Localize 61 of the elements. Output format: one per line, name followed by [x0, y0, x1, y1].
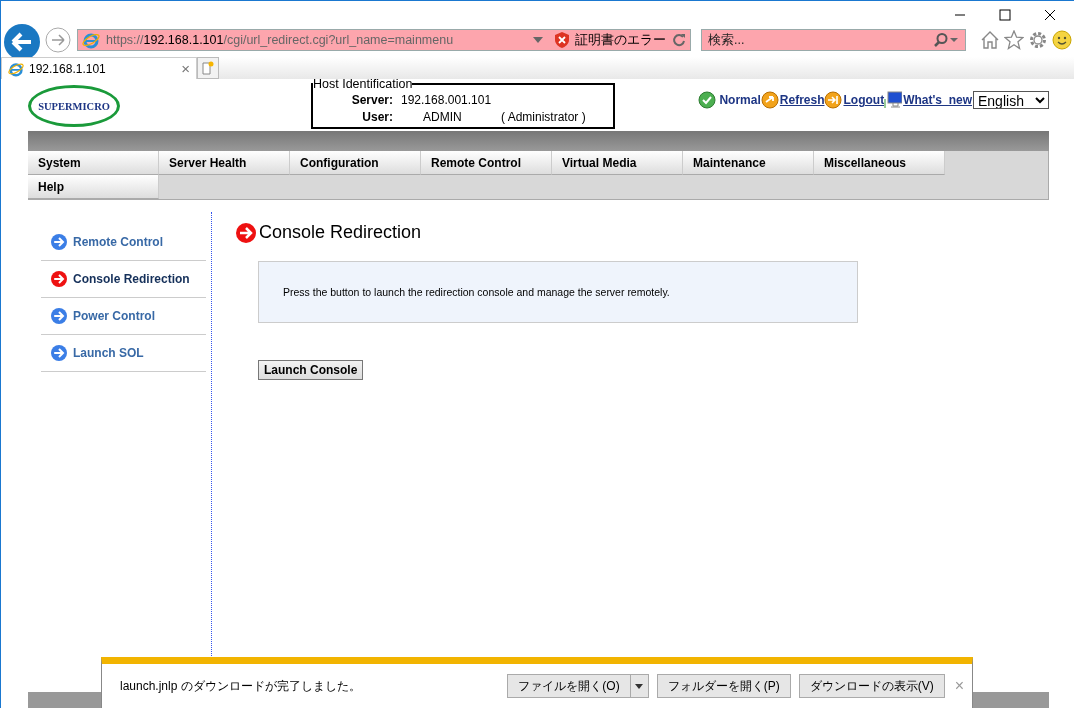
maximize-icon[interactable]: [999, 9, 1011, 21]
field-label: User:: [361, 109, 393, 124]
field-value: ADMIN: [422, 109, 463, 124]
sidebar-item[interactable]: Console Redirection: [41, 261, 206, 298]
download-action-button[interactable]: ダウンロードの表示(V): [798, 674, 945, 698]
menu-tab[interactable]: Virtual Media: [552, 151, 683, 175]
header-link[interactable]: What's new: [903, 93, 972, 107]
notification-text: launch.jnlp のダウンロードが完了しました。: [120, 677, 362, 695]
logo: SUPERMICRO: [28, 85, 120, 127]
menu-tab[interactable]: Remote Control: [421, 151, 552, 175]
launch-console-button[interactable]: Launch Console: [258, 360, 364, 380]
info-text: Press the button to launch the redirection console and manage the server remotely.: [283, 286, 670, 298]
download-action-button[interactable]: フォルダーを開く(P): [656, 674, 791, 698]
close-icon[interactable]: [1044, 9, 1056, 21]
home-icon[interactable]: [980, 30, 1000, 50]
menu-tab[interactable]: Server Health: [159, 151, 290, 175]
caret-icon: [635, 683, 644, 689]
panel-legend: Host Identification: [313, 77, 413, 91]
arrow-icon: [51, 345, 67, 361]
browser-logo-icon: [8, 60, 24, 77]
star-icon[interactable]: [1004, 30, 1024, 50]
menu-tab[interactable]: System: [28, 151, 159, 175]
status-check-icon: [698, 91, 717, 109]
language-dropdown[interactable]: English: [973, 91, 1049, 109]
logout-icon: [824, 91, 843, 109]
forward-button[interactable]: [45, 27, 71, 53]
field-label: Server:: [350, 92, 393, 107]
browser-logo-icon: [82, 31, 100, 49]
status-text: Normal: [719, 93, 761, 107]
search-icon[interactable]: [934, 33, 958, 47]
sidebar-item[interactable]: Remote Control: [41, 224, 206, 261]
open-file-button[interactable]: ファイルを開く(O): [507, 674, 631, 698]
refresh-icon[interactable]: [672, 33, 686, 47]
header-link[interactable]: Logout: [843, 93, 885, 107]
browser-tab[interactable]: 192.168.1.101 ×: [1, 57, 197, 79]
menu-tab[interactable]: Configuration: [290, 151, 421, 175]
field-value: 192.168.001.101: [401, 92, 492, 107]
dropdown-icon[interactable]: [533, 37, 543, 43]
new-tab-icon: [202, 61, 214, 75]
search-field[interactable]: 検索...: [701, 29, 966, 51]
menu-tab[interactable]: Maintenance: [683, 151, 814, 175]
settings-icon[interactable]: [1028, 30, 1048, 50]
refresh-icon: [760, 91, 779, 109]
header-link[interactable]: Refresh: [779, 93, 825, 107]
certificate-error-text[interactable]: 証明書のエラー: [575, 31, 666, 49]
arrow-icon: [51, 308, 67, 324]
menu-tab[interactable]: Help: [28, 175, 159, 199]
monitor-icon: [884, 91, 903, 109]
address-field[interactable]: https://192.168.1.101/cgi/url_redirect.cgi?url_name=mainmenu 証明書のエラー: [77, 29, 691, 51]
arrow-icon: [51, 271, 67, 287]
page-title: Console Redirection: [259, 222, 422, 243]
smiley-icon[interactable]: [1052, 30, 1072, 50]
user-role: ( Administrator ): [501, 109, 586, 124]
arrow-icon: [51, 234, 67, 250]
sidebar-item[interactable]: Launch SOL: [41, 335, 206, 372]
error-shield-icon: [555, 32, 569, 48]
sidebar-item[interactable]: Power Control: [41, 298, 206, 335]
address-text: https://192.168.1.101/cgi/url_redirect.cgi?url_name=mainmenu: [106, 33, 454, 47]
tab-close-button[interactable]: ×: [181, 60, 190, 77]
tab-label[interactable]: 192.168.1.101: [29, 61, 177, 76]
menu-tab[interactable]: Miscellaneous: [814, 151, 945, 175]
